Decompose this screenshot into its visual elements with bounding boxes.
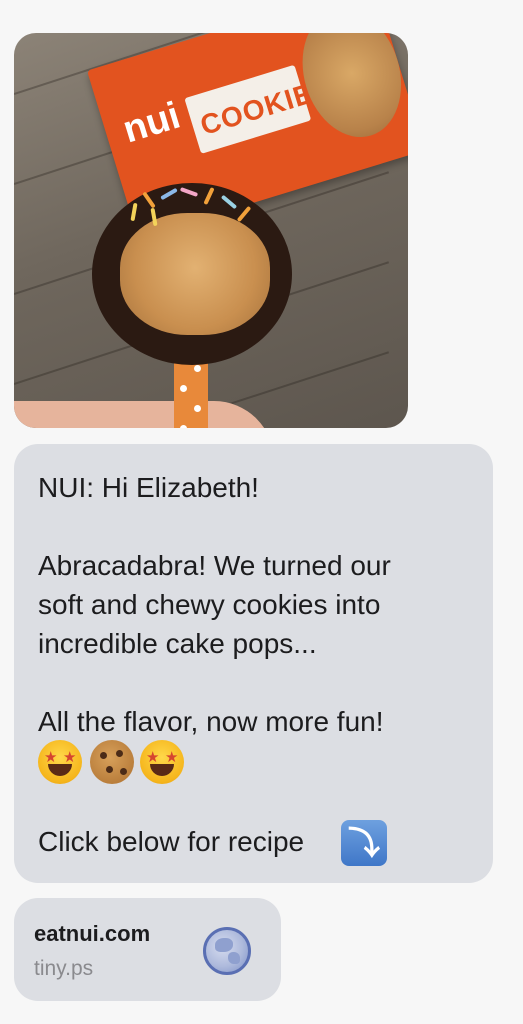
hand xyxy=(14,401,274,428)
arrow-down-right-icon: ⤵ xyxy=(341,820,387,866)
package-label-text: COOKIE xyxy=(196,77,318,142)
link-domain: eatnui.com xyxy=(34,921,151,946)
message-bubble[interactable]: NUI: Hi Elizabeth! Abracadabra! We turne… xyxy=(14,444,493,883)
greeting-text: NUI: Hi Elizabeth! xyxy=(38,472,259,503)
message-text-line: Click below for recipe xyxy=(38,826,305,857)
star-struck-emoji: ★ ★ xyxy=(38,740,82,784)
message-text-line: All the flavor, now more fun! xyxy=(38,706,384,737)
package-label: COOKIE xyxy=(184,64,317,154)
cake-pop xyxy=(92,183,292,365)
cake-pop-bite xyxy=(120,213,270,335)
message-text-line: soft and chewy cookies into xyxy=(38,589,381,620)
message-text-line: Abracadabra! We turned our xyxy=(38,550,391,581)
message-text-line: incredible cake pops... xyxy=(38,628,317,659)
message-photo[interactable]: nui COOKIE xyxy=(14,33,408,428)
cookie-emoji xyxy=(90,740,134,784)
link-preview[interactable]: eatnui.com tiny.ps xyxy=(14,898,281,1001)
package-logo: nui xyxy=(118,94,185,152)
link-short-url: tiny.ps xyxy=(34,957,94,980)
star-struck-emoji: ★ ★ xyxy=(140,740,184,784)
globe-icon xyxy=(203,927,251,975)
